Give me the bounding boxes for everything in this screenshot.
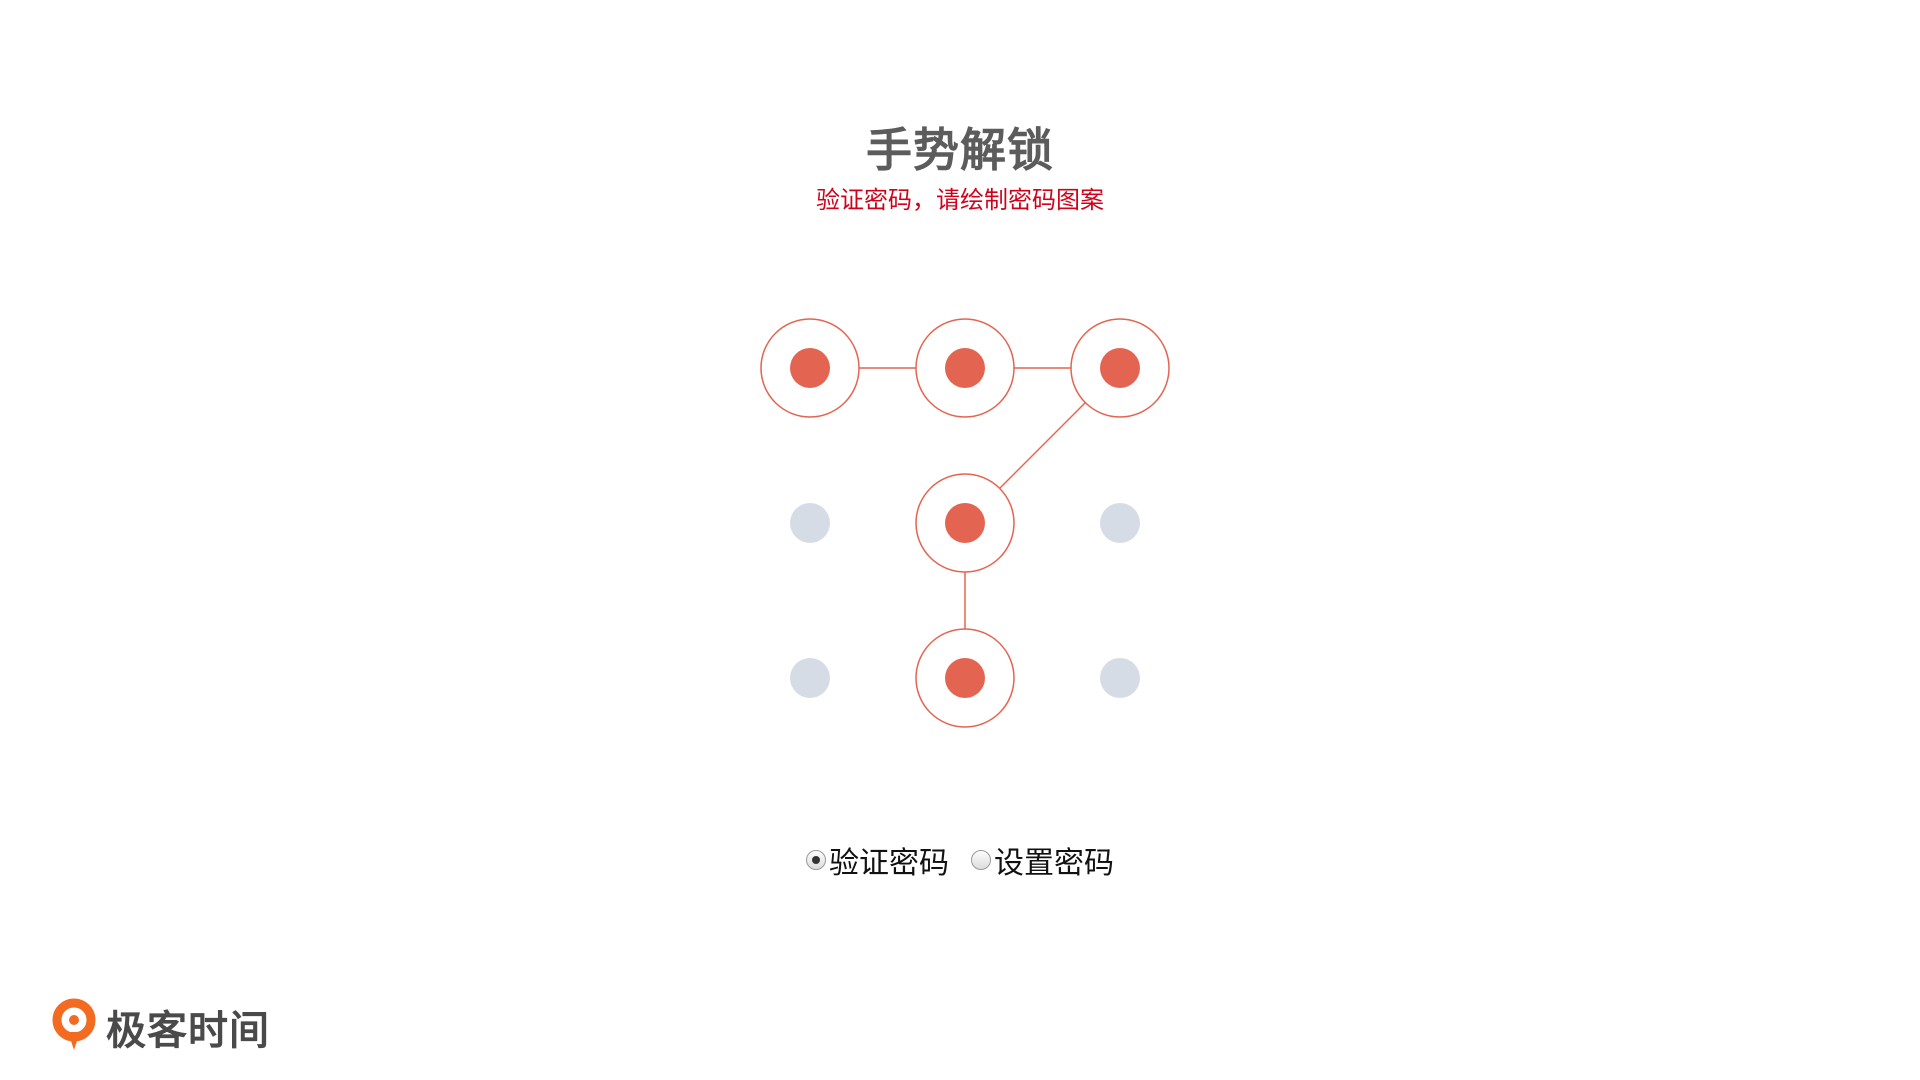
pattern-node-8[interactable] [915, 628, 1015, 728]
pattern-node-9[interactable] [1100, 658, 1140, 698]
gesture-unlock-page: 手势解锁 验证密码，请绘制密码图案 验证密码 设置密码 极客时间 [0, 0, 1920, 1080]
pattern-node-7[interactable] [790, 658, 830, 698]
set-mode-option[interactable]: 设置密码 [971, 838, 1114, 882]
pattern-node-dot-selected [1100, 348, 1140, 388]
pattern-node-dot-selected [790, 348, 830, 388]
pattern-node-4[interactable] [790, 503, 830, 543]
set-mode-label: 设置密码 [994, 846, 1114, 881]
geektime-logo-icon [52, 998, 96, 1050]
brand-logo: 极客时间 [50, 998, 270, 1056]
pattern-node-6[interactable] [1100, 503, 1140, 543]
pattern-node-dot [790, 503, 830, 543]
pattern-node-3[interactable] [1070, 318, 1170, 418]
pattern-node-2[interactable] [915, 318, 1015, 418]
pattern-node-1[interactable] [760, 318, 860, 418]
pattern-node-dot-selected [945, 348, 985, 388]
pattern-connector-line [999, 402, 1086, 489]
brand-name: 极客时间 [106, 1008, 270, 1054]
mode-radio-group: 验证密码 设置密码 [0, 838, 1920, 882]
pattern-node-dot-selected [945, 658, 985, 698]
verify-mode-option[interactable]: 验证密码 [806, 838, 949, 882]
verify-mode-label: 验证密码 [829, 846, 949, 881]
pattern-node-dot [1100, 503, 1140, 543]
pattern-node-5[interactable] [915, 473, 1015, 573]
pattern-node-dot [1100, 658, 1140, 698]
pattern-node-dot-selected [945, 503, 985, 543]
set-mode-radio[interactable] [971, 850, 991, 870]
verify-mode-radio[interactable] [806, 850, 826, 870]
gesture-pattern-pad[interactable] [0, 0, 1920, 1080]
pattern-node-dot [790, 658, 830, 698]
